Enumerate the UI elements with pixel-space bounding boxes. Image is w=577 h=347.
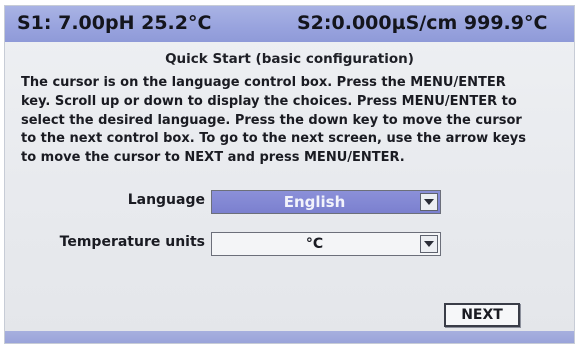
language-value: English xyxy=(283,193,346,211)
lcd-screen: S1: 7.00pH 25.2°C S2:0.000µS/cm 999.9°C … xyxy=(4,5,575,344)
instruction-line: The cursor is on the language control bo… xyxy=(21,75,506,90)
dropdown-arrow-icon[interactable] xyxy=(420,235,438,253)
temperature-units-value: °C xyxy=(305,236,324,252)
device-frame: S1: 7.00pH 25.2°C S2:0.000µS/cm 999.9°C … xyxy=(0,0,577,347)
sensor2-reading: S2:0.000µS/cm 999.9°C xyxy=(297,12,548,34)
instruction-line: key. Scroll up or down to display the ch… xyxy=(21,93,517,109)
instruction-line: select the desired language. Press the d… xyxy=(21,112,522,128)
language-label: Language xyxy=(127,192,205,208)
temperature-units-select[interactable]: °C xyxy=(211,232,441,256)
bottom-bar xyxy=(5,331,574,343)
screen-title: Quick Start (basic configuration) xyxy=(165,51,414,67)
instruction-line: to move the cursor to NEXT and press MEN… xyxy=(21,150,405,166)
instruction-line: to the next control box. To go to the ne… xyxy=(21,131,526,147)
instructions-text: The cursor is on the language control bo… xyxy=(21,74,574,168)
next-button[interactable]: NEXT xyxy=(444,303,520,327)
temperature-units-label: Temperature units xyxy=(59,234,205,250)
dropdown-arrow-icon[interactable] xyxy=(420,193,438,211)
language-select[interactable]: English xyxy=(211,190,441,214)
status-bar: S1: 7.00pH 25.2°C S2:0.000µS/cm 999.9°C xyxy=(5,6,574,42)
sensor1-reading: S1: 7.00pH 25.2°C xyxy=(17,12,212,34)
